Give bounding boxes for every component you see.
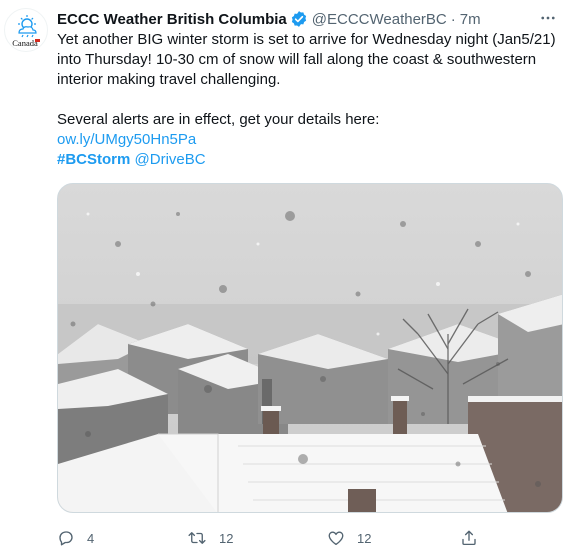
separator: ·	[450, 10, 456, 28]
canada-logo-icon: Canada	[12, 15, 40, 48]
retweet-button[interactable]: 12	[187, 529, 233, 547]
text-line: Yet another BIG winter storm is set to a…	[57, 31, 556, 48]
text-line: into Thursday! 10-30 cm of snow will fal…	[57, 51, 537, 68]
details-link[interactable]: ow.ly/UMgy50Hn5Pa	[57, 131, 196, 148]
verified-badge-icon	[290, 10, 308, 28]
hashtag-link[interactable]: #BCStorm	[57, 151, 130, 168]
share-icon	[462, 530, 476, 546]
like-count: 12	[357, 530, 372, 546]
reply-count: 4	[87, 530, 95, 546]
tweet-header: ECCC Weather British Columbia @ECCCWeath…	[57, 9, 566, 29]
tweet-media-photo[interactable]	[57, 183, 563, 513]
canada-wordmark: Canada	[12, 38, 38, 48]
author-handle[interactable]: @ECCCWeatherBC	[312, 11, 447, 28]
reply-icon	[59, 531, 73, 546]
text-line: interior making travel challenging.	[57, 71, 281, 88]
timestamp[interactable]: 7m	[460, 11, 481, 28]
tweet-actions: 4 12 12	[57, 527, 517, 549]
reply-button[interactable]: 4	[57, 529, 94, 547]
mention-link[interactable]: @DriveBC	[135, 151, 206, 168]
share-button[interactable]	[460, 529, 478, 547]
tweet-text: Yet another BIG winter storm is set to a…	[57, 30, 557, 170]
retweet-icon	[188, 532, 206, 544]
avatar[interactable]: Canada	[4, 8, 48, 52]
like-icon	[328, 531, 344, 546]
more-options-icon[interactable]	[538, 8, 558, 28]
tweet[interactable]: Canada ECCC Weather British Columbia @EC…	[0, 0, 566, 557]
retweet-count: 12	[219, 530, 234, 546]
alerts-text: Several alerts are in effect, get your d…	[57, 111, 380, 128]
author-name[interactable]: ECCC Weather British Columbia	[57, 11, 287, 28]
like-button[interactable]: 12	[327, 529, 371, 547]
